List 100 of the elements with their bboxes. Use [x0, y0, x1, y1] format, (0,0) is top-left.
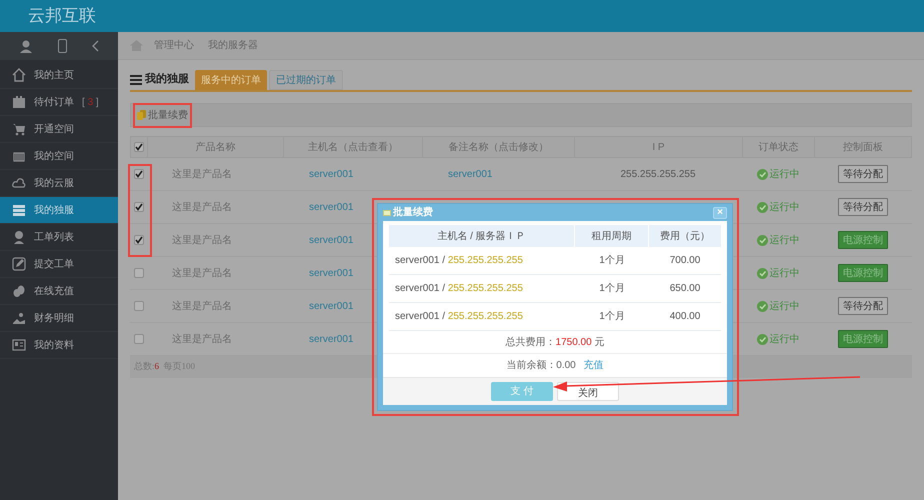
modal-title: 批量续费 — [393, 206, 433, 220]
remark-link[interactable]: server001 — [448, 168, 492, 180]
table-cell: 这里是产品名 — [172, 202, 232, 212]
check-circle-icon — [756, 168, 768, 180]
user-icon — [12, 230, 26, 244]
host-ip-text: server001 / 255.255.255.255 — [395, 283, 523, 294]
sidebar-label: 我的独服 — [34, 204, 74, 218]
balance-text: 当前余额：0.00 — [506, 358, 576, 373]
sidebar-label: 提交工单 — [34, 258, 74, 272]
list-icon — [12, 203, 26, 217]
checkbox[interactable] — [134, 169, 144, 179]
phone-icon[interactable] — [58, 39, 67, 53]
column-header: 租用周期 — [592, 230, 632, 244]
cloud-icon — [12, 176, 26, 190]
list-icon — [130, 75, 142, 85]
check-circle-icon — [756, 202, 768, 212]
table-cell-text: 1个月 — [599, 254, 625, 268]
table-cell-text: 400.00 — [670, 310, 700, 324]
column-header: 备注名称（点击修改） — [448, 140, 548, 154]
pending-button[interactable]: 等待分配 — [838, 198, 888, 216]
status-text: 运行中 — [756, 200, 800, 214]
coins-icon — [137, 110, 146, 120]
column-header: 主机名（点击查看） — [308, 140, 398, 154]
host-link[interactable]: server001 — [309, 168, 354, 180]
checkbox[interactable] — [134, 334, 144, 344]
checkbox[interactable] — [134, 202, 144, 212]
sidebar-label: 我的云服 — [34, 176, 74, 190]
sidebar-item[interactable]: 待付订单 [ 3 ] — [0, 89, 118, 116]
sidebar-label: 工单列表 — [34, 230, 74, 244]
sidebar-item[interactable]: 我的主页 — [0, 62, 118, 89]
table-cell-text: 255.255.255.255 — [620, 168, 696, 182]
pending-button[interactable]: 等待分配 — [838, 297, 888, 315]
app-title: 云邦互联 — [28, 5, 96, 28]
tab[interactable]: 已过期的订单 — [269, 70, 343, 90]
sidebar-label: 待付订单 — [34, 96, 74, 110]
column-header: 订单状态 — [758, 140, 798, 154]
total-text: 总共费用：1750.00 元 — [506, 336, 604, 350]
sidebar-item[interactable]: 我的空间 — [0, 143, 118, 170]
check-circle-icon — [756, 268, 768, 278]
collapse-icon[interactable] — [92, 40, 100, 52]
check-circle-icon — [756, 234, 768, 246]
sidebar-label: 在线充值 — [34, 284, 74, 298]
pending-button[interactable]: 等待分配 — [838, 165, 888, 183]
sidebar-item[interactable]: 提交工单 — [0, 251, 118, 278]
checkbox[interactable] — [134, 235, 144, 245]
sidebar-label: 财务明细 — [34, 312, 74, 326]
power-control-button[interactable]: 电源控制 — [838, 264, 888, 282]
checkbox[interactable] — [134, 301, 144, 311]
card-icon — [12, 338, 26, 352]
breadcrumb-link[interactable]: 我的服务器 — [208, 38, 258, 53]
edit-icon — [12, 257, 26, 271]
power-control-button[interactable]: 电源控制 — [838, 231, 888, 249]
breadcrumb-link[interactable]: 管理中心 — [154, 38, 194, 53]
status-text: 运行中 — [756, 266, 800, 280]
calendar-icon — [12, 95, 26, 109]
home-icon — [12, 68, 26, 82]
sidebar-item[interactable]: 我的资料 — [0, 332, 118, 359]
sidebar-item[interactable]: 在线充值 — [0, 278, 118, 305]
sidebar-label: 我的空间 — [34, 150, 74, 164]
host-link[interactable]: server001 — [309, 268, 354, 278]
cart-icon — [12, 122, 26, 136]
coins-icon — [12, 284, 26, 298]
sidebar-label: 我的主页 — [34, 68, 74, 82]
table-cell-text: 1个月 — [599, 310, 625, 324]
host-ip-text: server001 / 255.255.255.255 — [395, 255, 523, 266]
table-cell: 这里是产品名 — [172, 300, 232, 312]
close-button[interactable]: × — [713, 206, 727, 218]
status-text: 运行中 — [756, 232, 800, 248]
table-cell-text: 700.00 — [670, 254, 700, 268]
power-control-button[interactable]: 电源控制 — [838, 330, 888, 348]
table-cell: 这里是产品名 — [172, 268, 232, 278]
table-cell: 这里是产品名 — [172, 334, 232, 344]
user-icon — [18, 39, 33, 53]
sidebar-item[interactable]: 我的独服 — [0, 197, 118, 224]
pay-button[interactable]: 支 付 — [491, 382, 553, 401]
column-header: 控制面板 — [843, 140, 883, 154]
host-link[interactable]: server001 — [309, 300, 354, 312]
table-cell: 这里是产品名 — [172, 234, 232, 246]
tab[interactable]: 服务中的订单 — [195, 70, 267, 90]
recharge-link[interactable]: 充值 — [584, 358, 604, 373]
table-cell-text: 1个月 — [599, 282, 625, 296]
table-cell: 这里是产品名 — [172, 168, 232, 180]
status-text: 运行中 — [756, 298, 800, 314]
checkbox[interactable] — [134, 268, 144, 278]
section-title: 我的独服 — [145, 72, 189, 86]
checkbox[interactable] — [134, 142, 144, 152]
sidebar-item[interactable]: 工单列表 — [0, 224, 118, 251]
sidebar-item[interactable]: 财务明细 — [0, 305, 118, 332]
column-header: 产品名称 — [196, 140, 236, 154]
host-link[interactable]: server001 — [309, 202, 354, 212]
check-circle-icon — [756, 300, 768, 312]
column-header: 主机名 / 服务器ＩＰ — [437, 230, 526, 244]
sidebar-item[interactable]: 开通空间 — [0, 116, 118, 143]
column-header: 费用（元） — [660, 230, 710, 244]
status-text: 运行中 — [756, 166, 800, 182]
batch-renew-button[interactable]: 批量续费 — [137, 108, 188, 122]
host-link[interactable]: server001 — [309, 234, 354, 246]
host-link[interactable]: server001 — [309, 334, 354, 344]
sidebar-label: 我的资料 — [34, 338, 74, 352]
table-cell-text: 650.00 — [670, 282, 700, 296]
